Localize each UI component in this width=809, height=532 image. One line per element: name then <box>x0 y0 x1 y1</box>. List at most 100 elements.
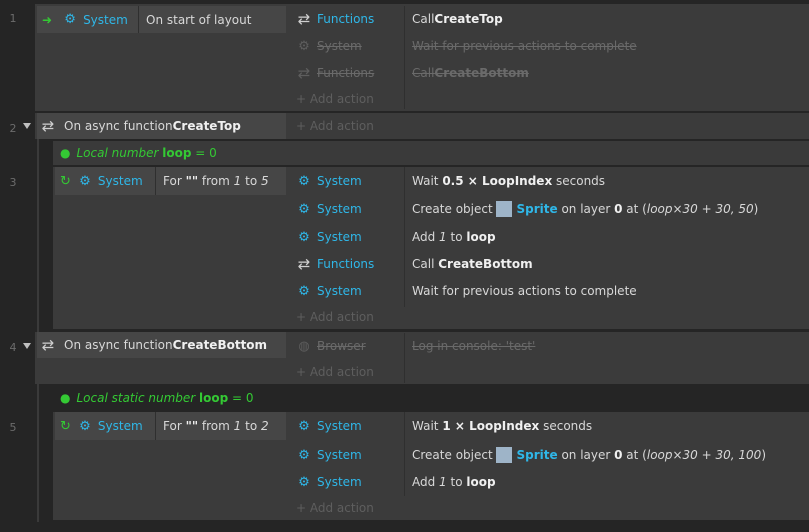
add-action-label: + Add action <box>296 310 374 324</box>
action-row[interactable]: ⚙ System <box>296 442 362 468</box>
action-text[interactable]: Add 1 to loop <box>412 224 496 250</box>
txt: at ( <box>622 202 647 216</box>
collapse-toggle-event-2[interactable] <box>23 123 31 129</box>
line-number-1: 1 <box>9 12 17 25</box>
add-action-button[interactable]: + Add action <box>296 497 374 519</box>
action-text[interactable]: Wait for previous actions to complete <box>412 278 637 304</box>
cond-string: "" <box>185 174 199 188</box>
add-action-button[interactable]: + Add action <box>296 306 374 328</box>
txt-bold: 1 × LoopIndex <box>442 419 540 433</box>
variable-type: Local static number <box>76 391 200 405</box>
txt: ) <box>761 448 766 462</box>
condition-text: On start of layout <box>146 6 251 33</box>
txt: Wait for previous actions to complete <box>412 284 637 298</box>
action-text[interactable]: Wait 1 × LoopIndex seconds <box>412 413 592 439</box>
cond-from: 1 <box>233 419 242 433</box>
action-divider <box>404 412 405 496</box>
action-divider <box>404 333 405 383</box>
txt: seconds <box>552 174 606 188</box>
map-pin-icon: ● <box>60 391 71 405</box>
sprite-name: Sprite <box>516 202 558 216</box>
txt: Wait <box>412 174 443 188</box>
txt: Call <box>412 257 439 271</box>
add-action-label: + Add action <box>296 365 374 379</box>
swap-arrows-icon: ⇄ <box>41 117 55 135</box>
txt: Create object <box>412 448 497 462</box>
trigger-arrow-icon: ➜ <box>42 12 53 27</box>
add-action-label: + Add action <box>296 501 374 515</box>
txt: on layer <box>557 448 615 462</box>
action-object-name: Browser <box>317 339 366 353</box>
action-text-disabled[interactable]: Call CreateBottom <box>412 60 529 86</box>
action-text-disabled[interactable]: Log in console: 'test' <box>412 333 535 359</box>
line-number-3: 3 <box>9 176 17 189</box>
action-text[interactable]: Create object Sprite on layer 0 at (loop… <box>412 196 758 222</box>
action-row[interactable]: ⇄ Functions <box>296 251 375 277</box>
txt-bold: loop <box>466 230 496 244</box>
action-object-name: System <box>317 419 362 433</box>
txt: Wait <box>412 419 443 433</box>
condition-divider <box>155 412 156 440</box>
action-text[interactable]: Call CreateBottom <box>412 251 533 277</box>
action-object-name: System <box>317 174 362 188</box>
add-action-label: + Add action <box>296 92 374 106</box>
action-text-bold: CreateTop <box>434 12 503 26</box>
action-text-pre: Call <box>412 66 435 80</box>
action-object-name: System <box>317 39 362 53</box>
txt: seconds <box>539 419 593 433</box>
function-name: CreateTop <box>172 119 241 133</box>
action-row[interactable]: ⚙ System <box>296 168 362 194</box>
action-text[interactable]: Add 1 to loop <box>412 469 496 495</box>
txt-italic: 1 <box>439 475 447 489</box>
collapse-toggle-event-4[interactable] <box>23 343 31 349</box>
cond-part: to <box>241 419 261 433</box>
condition-divider <box>155 167 156 195</box>
txt: ) <box>753 202 759 216</box>
txt-italic: loop×30 + 30, 100 <box>646 448 762 462</box>
cond-part: from <box>198 174 234 188</box>
event-3-condition-row[interactable]: ↻ ⚙ System <box>60 167 143 195</box>
txt: Create object <box>412 202 497 216</box>
event-2-condition-row[interactable]: ⇄ On async function CreateTop <box>40 113 241 139</box>
local-variable-row[interactable]: ● Local number loop = 0 <box>53 141 809 165</box>
action-text[interactable]: Call CreateTop <box>412 6 503 32</box>
event-5-condition-row[interactable]: ↻ ⚙ System <box>60 412 143 440</box>
action-object-name: System <box>317 475 362 489</box>
add-action-button[interactable]: + Add action <box>296 87 374 111</box>
gear-icon: ⚙ <box>298 283 310 299</box>
cond-part: to <box>241 174 261 188</box>
action-row[interactable]: ⇄ Functions <box>296 6 375 32</box>
add-action-button[interactable]: + Add action <box>296 361 374 383</box>
action-row[interactable]: ⚙ System <box>296 278 362 304</box>
condition-object-name: System <box>83 12 128 27</box>
event-4-condition-row[interactable]: ⇄ On async function CreateBottom <box>40 332 267 358</box>
cond-to: 5 <box>260 174 269 188</box>
swap-arrows-icon: ⇄ <box>297 255 311 273</box>
action-text[interactable]: Create object Sprite on layer 0 at (loop… <box>412 442 766 468</box>
cond-from: 1 <box>233 174 242 188</box>
condition-text-pre: On async function <box>64 338 173 352</box>
action-row-disabled[interactable]: ⇄ Functions <box>296 60 375 86</box>
action-row[interactable]: ⚙ System <box>296 469 362 495</box>
add-action-label: + Add action <box>296 119 374 133</box>
variable-type: Local number <box>76 146 163 160</box>
action-row[interactable]: ⚙ System <box>296 196 362 222</box>
action-row-disabled[interactable]: ◍ Browser <box>296 333 366 359</box>
action-row[interactable]: ⚙ System <box>296 413 362 439</box>
action-row[interactable]: ⚙ System <box>296 224 362 250</box>
txt-bold: 0 <box>614 448 623 462</box>
action-text-disabled[interactable]: Wait for previous actions to complete <box>412 33 637 59</box>
local-variable-row[interactable]: ● Local static number loop = 0 <box>53 386 809 410</box>
event-1-condition-row[interactable]: ➜ ⚙ System <box>42 6 128 33</box>
variable-name: loop <box>199 391 229 405</box>
add-action-button[interactable]: + Add action <box>296 113 374 139</box>
gear-icon: ⚙ <box>298 229 310 245</box>
condition-object-name: System <box>97 174 143 188</box>
gear-icon: ⚙ <box>298 173 310 189</box>
swap-arrows-icon: ⇄ <box>297 64 311 82</box>
action-row-disabled[interactable]: ⚙ System <box>296 33 362 59</box>
action-text-bold: CreateBottom <box>434 66 529 80</box>
condition-text-label: On start of layout <box>146 12 252 27</box>
action-text[interactable]: Wait 0.5 × LoopIndex seconds <box>412 168 605 194</box>
cond-part: from <box>198 419 234 433</box>
